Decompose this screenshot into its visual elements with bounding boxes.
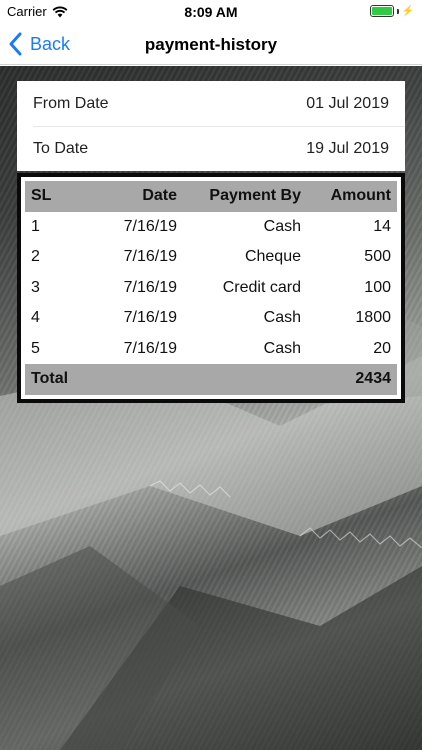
status-right: ⚡: [369, 5, 414, 17]
table-row: 1 7/16/19 Cash 14: [25, 212, 397, 243]
row-payment-by: Cheque: [244, 248, 301, 266]
screen: Carrier 8:09 AM ⚡ Back payment-history F…: [0, 0, 422, 750]
row-date: 7/16/19: [123, 309, 177, 327]
total-value: 2434: [355, 370, 391, 388]
navigation-bar: Back payment-history: [0, 24, 422, 65]
row-sl: 1: [31, 217, 40, 235]
to-date-value: 19 Jul 2019: [306, 139, 389, 157]
table-row: 3 7/16/19 Credit card 100: [25, 273, 397, 304]
status-time: 8:09 AM: [184, 4, 238, 20]
row-sl: 5: [31, 339, 40, 357]
date-range-card: From Date 01 Jul 2019 To Date 19 Jul 201…: [17, 81, 405, 171]
table-row: 5 7/16/19 Cash 20: [25, 334, 397, 365]
row-date: 7/16/19: [123, 278, 177, 296]
row-date: 7/16/19: [123, 339, 177, 357]
battery-icon: [369, 5, 394, 17]
battery-fill: [371, 7, 392, 15]
row-payment-by: Cash: [263, 339, 301, 357]
content-area: From Date 01 Jul 2019 To Date 19 Jul 201…: [0, 66, 422, 750]
payment-table: SL Date Payment By Amount 1 7/16/19 Cash…: [17, 173, 405, 403]
status-bar: Carrier 8:09 AM ⚡: [0, 0, 422, 24]
table-total-row: Total 2434: [25, 364, 397, 395]
header-date: Date: [142, 187, 177, 205]
to-date-label: To Date: [33, 139, 89, 157]
table-row: 4 7/16/19 Cash 1800: [25, 303, 397, 334]
payment-table-inner: SL Date Payment By Amount 1 7/16/19 Cash…: [25, 181, 397, 395]
table-header-row: SL Date Payment By Amount: [25, 181, 397, 212]
row-sl: 2: [31, 248, 40, 266]
row-date: 7/16/19: [123, 248, 177, 266]
row-amount: 100: [364, 278, 391, 296]
row-payment-by: Cash: [263, 217, 301, 235]
from-date-row[interactable]: From Date 01 Jul 2019: [17, 81, 405, 126]
bolt-icon: ⚡: [401, 5, 414, 17]
row-sl: 3: [31, 278, 40, 296]
header-amount: Amount: [330, 187, 391, 205]
row-amount: 20: [373, 339, 391, 357]
row-payment-by: Credit card: [222, 278, 301, 296]
row-amount: 14: [373, 217, 391, 235]
total-label: Total: [31, 370, 69, 388]
header-payment-by: Payment By: [209, 187, 301, 205]
row-payment-by: Cash: [263, 309, 301, 327]
header-sl: SL: [31, 187, 52, 205]
row-date: 7/16/19: [123, 217, 177, 235]
row-amount: 1800: [355, 309, 391, 327]
table-row: 2 7/16/19 Cheque 500: [25, 242, 397, 273]
row-amount: 500: [364, 248, 391, 266]
from-date-value: 01 Jul 2019: [306, 94, 389, 112]
page-title: payment-history: [144, 35, 278, 54]
from-date-label: From Date: [33, 94, 109, 112]
to-date-row[interactable]: To Date 19 Jul 2019: [17, 126, 405, 171]
battery-tip: [396, 8, 399, 14]
row-sl: 4: [31, 309, 40, 327]
